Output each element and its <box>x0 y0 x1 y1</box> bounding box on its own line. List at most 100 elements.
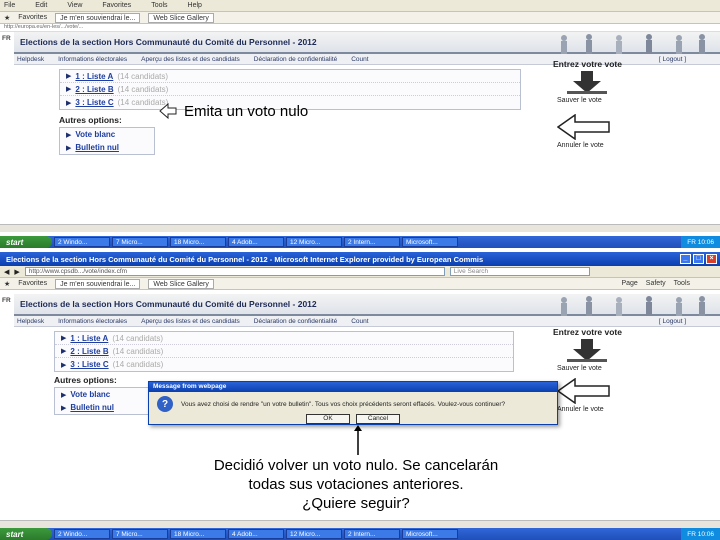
list-name[interactable]: 2 : Liste B <box>70 347 108 356</box>
menu-view[interactable]: View <box>67 2 82 9</box>
back-arrow-icon[interactable] <box>556 113 611 141</box>
site-banner: FR Elections de la section Hors Communau… <box>2 32 720 54</box>
list-name[interactable]: 3 : Liste C <box>70 360 108 369</box>
list-item[interactable]: ▶ 1 : Liste A (14 candidats) <box>60 70 520 83</box>
bulletin-nul-link[interactable]: Bulletin nul <box>75 143 119 152</box>
nav-info[interactable]: Informations électorales <box>58 56 127 63</box>
list-item[interactable]: ▶ 1 : Liste A (14 candidats) <box>55 332 513 345</box>
cancel-vote-label[interactable]: Annuler le vote <box>557 406 659 413</box>
save-vote-label[interactable]: Sauver le vote <box>557 97 659 104</box>
menu-bar: File Edit View Favorites Tools Help <box>0 0 720 12</box>
annotation-text: Emita un voto nulo <box>184 102 309 120</box>
list-count: (14 candidats) <box>112 333 164 343</box>
url-input[interactable]: http://www.cpsdb.../vote/index.cfm <box>24 267 445 276</box>
list-count: (14 candidats) <box>117 71 169 81</box>
start-button[interactable]: start <box>0 528 52 540</box>
list-name[interactable]: 1 : Liste A <box>75 72 113 81</box>
nav-overview[interactable]: Aperçu des listes et des candidats <box>141 318 240 325</box>
tab-item[interactable]: Je m'en souviendrai le... <box>55 12 141 23</box>
play-arrow-icon: ▶ <box>66 99 72 107</box>
start-button[interactable]: start <box>0 236 52 248</box>
taskbar-button[interactable]: 18 Micro... <box>170 529 226 539</box>
ok-button[interactable]: OK <box>306 414 350 424</box>
search-input[interactable]: Live Search <box>449 267 590 276</box>
tab-item[interactable]: Web Slice Gallery <box>148 278 214 289</box>
save-vote-icon[interactable] <box>567 71 607 95</box>
vote-blanc-link[interactable]: Vote blanc <box>75 130 115 139</box>
annotation-line: Decidió volver un voto nulo. Se cancelar… <box>213 457 499 474</box>
favorites-button[interactable]: Favorites <box>18 14 47 21</box>
list-item[interactable]: ▶ 3 : Liste C (14 candidats) <box>55 358 513 371</box>
logout-link[interactable]: [ Logout ] <box>659 318 686 325</box>
menu-help[interactable]: Help <box>188 2 202 9</box>
vote-blanc-option[interactable]: ▶ Vote blanc <box>55 388 149 401</box>
up-arrow-icon <box>354 425 362 455</box>
logout-link[interactable]: [ Logout ] <box>659 56 686 63</box>
list-item[interactable]: ▶ 2 : Liste B (14 candidats) <box>60 83 520 96</box>
maximize-icon[interactable]: □ <box>693 254 704 264</box>
nav-privacy[interactable]: Déclaration de confidentialité <box>254 56 337 63</box>
nav-overview[interactable]: Aperçu des listes et des candidats <box>141 56 240 63</box>
horizontal-scrollbar[interactable] <box>0 520 720 528</box>
menu-file[interactable]: File <box>4 2 15 9</box>
back-icon[interactable]: ◀ <box>4 268 9 276</box>
taskbar-button[interactable]: 7 Micro... <box>112 237 168 247</box>
menu-edit[interactable]: Edit <box>35 2 47 9</box>
other-options-heading: Autres options: <box>59 115 122 125</box>
nav-privacy[interactable]: Déclaration de confidentialité <box>254 318 337 325</box>
nav-info[interactable]: Informations électorales <box>58 318 127 325</box>
nav-count[interactable]: Count <box>351 56 368 63</box>
tab-item[interactable]: Je m'en souviendrai le... <box>55 278 141 289</box>
bulletin-nul-link[interactable]: Bulletin nul <box>70 403 114 412</box>
taskbar-button[interactable]: 12 Micro... <box>286 237 342 247</box>
cancel-vote-label[interactable]: Annuler le vote <box>557 142 659 149</box>
address-strip[interactable]: http://europa.eu/en-les/.../vote/... <box>0 24 720 32</box>
star-icon[interactable]: ★ <box>4 280 10 288</box>
vote-panel: Entrez votre vote Sauver le vote Annuler… <box>549 327 659 413</box>
list-name[interactable]: 1 : Liste A <box>70 334 108 343</box>
minimize-icon[interactable]: _ <box>680 254 691 264</box>
menu-tools[interactable]: Tools <box>151 2 167 9</box>
taskbar-button[interactable]: 2 Windo... <box>54 529 110 539</box>
back-arrow-icon[interactable] <box>556 377 611 405</box>
menu-favorites[interactable]: Favorites <box>102 2 131 9</box>
vote-blanc-option[interactable]: ▶ Vote blanc <box>60 128 154 141</box>
close-icon[interactable]: × <box>706 254 717 264</box>
nav-helpdesk[interactable]: Helpdesk <box>17 56 44 63</box>
taskbar-button[interactable]: 4 Adob... <box>228 237 284 247</box>
taskbar-button[interactable]: 2 Intern... <box>344 237 400 247</box>
star-icon[interactable]: ★ <box>4 14 10 22</box>
taskbar-button[interactable]: 12 Micro... <box>286 529 342 539</box>
list-item[interactable]: ▶ 2 : Liste B (14 candidats) <box>55 345 513 358</box>
taskbar-button[interactable]: 4 Adob... <box>228 529 284 539</box>
dialog-message: Vous avez choisi de rendre "un votre bul… <box>181 400 506 408</box>
page-menu[interactable]: Page <box>621 280 637 287</box>
save-vote-icon[interactable] <box>567 339 607 363</box>
taskbar-button[interactable]: Microsoft... <box>402 237 458 247</box>
play-arrow-icon: ▶ <box>61 361 67 369</box>
list-name[interactable]: 3 : Liste C <box>75 98 113 107</box>
taskbar-button[interactable]: Microsoft... <box>402 529 458 539</box>
play-arrow-icon: ▶ <box>66 131 72 139</box>
horizontal-scrollbar[interactable] <box>0 224 720 232</box>
nav-helpdesk[interactable]: Helpdesk <box>17 318 44 325</box>
list-box: ▶ 1 : Liste A (14 candidats) ▶ 2 : Liste… <box>54 331 514 372</box>
taskbar-button[interactable]: 2 Windo... <box>54 237 110 247</box>
taskbar-button[interactable]: 18 Micro... <box>170 237 226 247</box>
taskbar-button[interactable]: 2 Intern... <box>344 529 400 539</box>
tab-item[interactable]: Web Slice Gallery <box>148 12 214 23</box>
safety-menu[interactable]: Safety <box>646 280 666 287</box>
annotation-line: ¿Quiere seguir? <box>302 495 410 512</box>
favorites-button[interactable]: Favorites <box>18 280 47 287</box>
forward-icon[interactable]: ▶ <box>14 268 19 276</box>
taskbar-button[interactable]: 7 Micro... <box>112 529 168 539</box>
nav-count[interactable]: Count <box>351 318 368 325</box>
list-name[interactable]: 2 : Liste B <box>75 85 113 94</box>
bulletin-nul-option[interactable]: ▶ Bulletin nul <box>60 141 154 154</box>
vote-blanc-link[interactable]: Vote blanc <box>70 390 110 399</box>
cancel-button[interactable]: Cancel <box>356 414 400 424</box>
tools-menu[interactable]: Tools <box>674 280 690 287</box>
save-vote-label[interactable]: Sauver le vote <box>557 365 659 372</box>
bulletin-nul-option[interactable]: ▶ Bulletin nul <box>55 401 149 414</box>
play-arrow-icon: ▶ <box>66 73 72 80</box>
